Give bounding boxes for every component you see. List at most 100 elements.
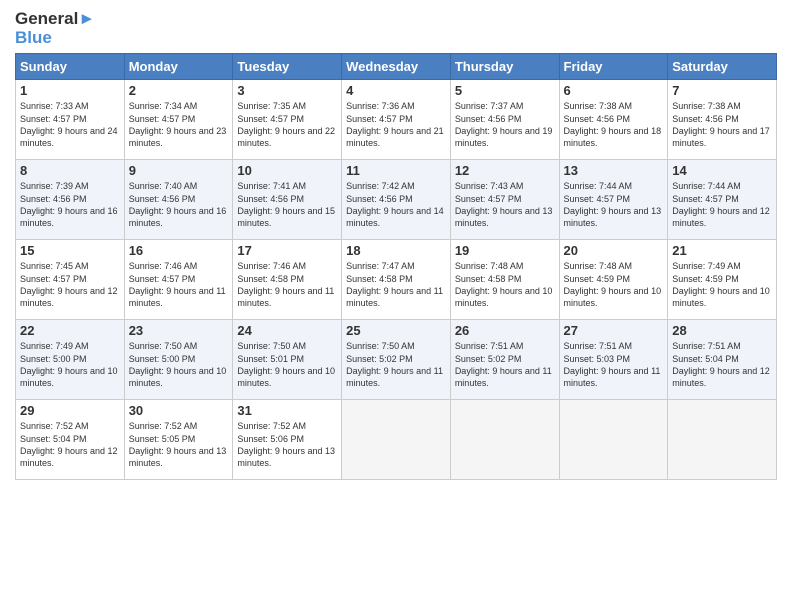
day-info: Sunrise: 7:51 AMSunset: 5:03 PMDaylight:… bbox=[564, 341, 661, 387]
day-info: Sunrise: 7:39 AMSunset: 4:56 PMDaylight:… bbox=[20, 181, 118, 227]
day-info: Sunrise: 7:50 AMSunset: 5:02 PMDaylight:… bbox=[346, 341, 443, 387]
main-container: General► Blue SundayMondayTuesdayWednesd… bbox=[0, 0, 792, 488]
day-cell: 7 Sunrise: 7:38 AMSunset: 4:56 PMDayligh… bbox=[668, 80, 777, 160]
day-cell: 12 Sunrise: 7:43 AMSunset: 4:57 PMDaylig… bbox=[450, 160, 559, 240]
day-info: Sunrise: 7:35 AMSunset: 4:57 PMDaylight:… bbox=[237, 101, 335, 147]
day-number: 11 bbox=[346, 163, 446, 178]
day-number: 8 bbox=[20, 163, 120, 178]
day-info: Sunrise: 7:45 AMSunset: 4:57 PMDaylight:… bbox=[20, 261, 118, 307]
day-cell: 19 Sunrise: 7:48 AMSunset: 4:58 PMDaylig… bbox=[450, 240, 559, 320]
day-info: Sunrise: 7:51 AMSunset: 5:02 PMDaylight:… bbox=[455, 341, 552, 387]
day-cell: 29 Sunrise: 7:52 AMSunset: 5:04 PMDaylig… bbox=[16, 400, 125, 480]
calendar-body: 1 Sunrise: 7:33 AMSunset: 4:57 PMDayligh… bbox=[16, 80, 777, 480]
day-cell: 31 Sunrise: 7:52 AMSunset: 5:06 PMDaylig… bbox=[233, 400, 342, 480]
day-number: 21 bbox=[672, 243, 772, 258]
day-info: Sunrise: 7:46 AMSunset: 4:58 PMDaylight:… bbox=[237, 261, 334, 307]
calendar-header-row: SundayMondayTuesdayWednesdayThursdayFrid… bbox=[16, 54, 777, 80]
day-cell: 2 Sunrise: 7:34 AMSunset: 4:57 PMDayligh… bbox=[124, 80, 233, 160]
day-cell: 9 Sunrise: 7:40 AMSunset: 4:56 PMDayligh… bbox=[124, 160, 233, 240]
day-info: Sunrise: 7:44 AMSunset: 4:57 PMDaylight:… bbox=[672, 181, 770, 227]
day-number: 14 bbox=[672, 163, 772, 178]
day-info: Sunrise: 7:52 AMSunset: 5:04 PMDaylight:… bbox=[20, 421, 118, 467]
day-number: 22 bbox=[20, 323, 120, 338]
day-number: 17 bbox=[237, 243, 337, 258]
day-number: 28 bbox=[672, 323, 772, 338]
day-info: Sunrise: 7:38 AMSunset: 4:56 PMDaylight:… bbox=[564, 101, 662, 147]
day-number: 10 bbox=[237, 163, 337, 178]
day-cell: 18 Sunrise: 7:47 AMSunset: 4:58 PMDaylig… bbox=[342, 240, 451, 320]
day-cell: 16 Sunrise: 7:46 AMSunset: 4:57 PMDaylig… bbox=[124, 240, 233, 320]
day-cell: 13 Sunrise: 7:44 AMSunset: 4:57 PMDaylig… bbox=[559, 160, 668, 240]
day-info: Sunrise: 7:34 AMSunset: 4:57 PMDaylight:… bbox=[129, 101, 227, 147]
day-number: 4 bbox=[346, 83, 446, 98]
day-info: Sunrise: 7:43 AMSunset: 4:57 PMDaylight:… bbox=[455, 181, 553, 227]
day-number: 3 bbox=[237, 83, 337, 98]
day-info: Sunrise: 7:42 AMSunset: 4:56 PMDaylight:… bbox=[346, 181, 444, 227]
day-info: Sunrise: 7:41 AMSunset: 4:56 PMDaylight:… bbox=[237, 181, 335, 227]
header-cell-wednesday: Wednesday bbox=[342, 54, 451, 80]
day-number: 6 bbox=[564, 83, 664, 98]
day-cell: 10 Sunrise: 7:41 AMSunset: 4:56 PMDaylig… bbox=[233, 160, 342, 240]
day-info: Sunrise: 7:40 AMSunset: 4:56 PMDaylight:… bbox=[129, 181, 227, 227]
day-number: 23 bbox=[129, 323, 229, 338]
logo-line2: Blue bbox=[15, 29, 95, 48]
day-cell: 22 Sunrise: 7:49 AMSunset: 5:00 PMDaylig… bbox=[16, 320, 125, 400]
day-cell: 14 Sunrise: 7:44 AMSunset: 4:57 PMDaylig… bbox=[668, 160, 777, 240]
day-number: 25 bbox=[346, 323, 446, 338]
day-number: 24 bbox=[237, 323, 337, 338]
day-info: Sunrise: 7:48 AMSunset: 4:59 PMDaylight:… bbox=[564, 261, 662, 307]
day-cell: 1 Sunrise: 7:33 AMSunset: 4:57 PMDayligh… bbox=[16, 80, 125, 160]
day-cell: 23 Sunrise: 7:50 AMSunset: 5:00 PMDaylig… bbox=[124, 320, 233, 400]
day-cell: 8 Sunrise: 7:39 AMSunset: 4:56 PMDayligh… bbox=[16, 160, 125, 240]
day-number: 2 bbox=[129, 83, 229, 98]
day-info: Sunrise: 7:36 AMSunset: 4:57 PMDaylight:… bbox=[346, 101, 444, 147]
day-info: Sunrise: 7:52 AMSunset: 5:06 PMDaylight:… bbox=[237, 421, 335, 467]
header-cell-thursday: Thursday bbox=[450, 54, 559, 80]
day-number: 20 bbox=[564, 243, 664, 258]
week-row-4: 22 Sunrise: 7:49 AMSunset: 5:00 PMDaylig… bbox=[16, 320, 777, 400]
day-cell: 3 Sunrise: 7:35 AMSunset: 4:57 PMDayligh… bbox=[233, 80, 342, 160]
day-number: 12 bbox=[455, 163, 555, 178]
day-cell: 6 Sunrise: 7:38 AMSunset: 4:56 PMDayligh… bbox=[559, 80, 668, 160]
day-cell bbox=[342, 400, 451, 480]
day-cell: 15 Sunrise: 7:45 AMSunset: 4:57 PMDaylig… bbox=[16, 240, 125, 320]
day-cell: 24 Sunrise: 7:50 AMSunset: 5:01 PMDaylig… bbox=[233, 320, 342, 400]
day-number: 16 bbox=[129, 243, 229, 258]
day-info: Sunrise: 7:33 AMSunset: 4:57 PMDaylight:… bbox=[20, 101, 118, 147]
day-number: 19 bbox=[455, 243, 555, 258]
logo-line1: General► bbox=[15, 10, 95, 29]
day-cell: 27 Sunrise: 7:51 AMSunset: 5:03 PMDaylig… bbox=[559, 320, 668, 400]
day-cell: 11 Sunrise: 7:42 AMSunset: 4:56 PMDaylig… bbox=[342, 160, 451, 240]
day-number: 13 bbox=[564, 163, 664, 178]
day-number: 27 bbox=[564, 323, 664, 338]
header-cell-tuesday: Tuesday bbox=[233, 54, 342, 80]
header: General► Blue bbox=[15, 10, 777, 47]
day-info: Sunrise: 7:48 AMSunset: 4:58 PMDaylight:… bbox=[455, 261, 553, 307]
day-info: Sunrise: 7:50 AMSunset: 5:00 PMDaylight:… bbox=[129, 341, 227, 387]
day-number: 30 bbox=[129, 403, 229, 418]
day-info: Sunrise: 7:37 AMSunset: 4:56 PMDaylight:… bbox=[455, 101, 553, 147]
day-info: Sunrise: 7:51 AMSunset: 5:04 PMDaylight:… bbox=[672, 341, 770, 387]
day-number: 9 bbox=[129, 163, 229, 178]
day-info: Sunrise: 7:52 AMSunset: 5:05 PMDaylight:… bbox=[129, 421, 227, 467]
day-info: Sunrise: 7:47 AMSunset: 4:58 PMDaylight:… bbox=[346, 261, 443, 307]
day-number: 29 bbox=[20, 403, 120, 418]
day-cell: 20 Sunrise: 7:48 AMSunset: 4:59 PMDaylig… bbox=[559, 240, 668, 320]
day-cell bbox=[668, 400, 777, 480]
week-row-5: 29 Sunrise: 7:52 AMSunset: 5:04 PMDaylig… bbox=[16, 400, 777, 480]
day-cell: 21 Sunrise: 7:49 AMSunset: 4:59 PMDaylig… bbox=[668, 240, 777, 320]
header-cell-saturday: Saturday bbox=[668, 54, 777, 80]
header-cell-friday: Friday bbox=[559, 54, 668, 80]
day-info: Sunrise: 7:50 AMSunset: 5:01 PMDaylight:… bbox=[237, 341, 335, 387]
week-row-2: 8 Sunrise: 7:39 AMSunset: 4:56 PMDayligh… bbox=[16, 160, 777, 240]
day-number: 18 bbox=[346, 243, 446, 258]
day-info: Sunrise: 7:46 AMSunset: 4:57 PMDaylight:… bbox=[129, 261, 226, 307]
day-cell: 30 Sunrise: 7:52 AMSunset: 5:05 PMDaylig… bbox=[124, 400, 233, 480]
day-number: 31 bbox=[237, 403, 337, 418]
day-number: 7 bbox=[672, 83, 772, 98]
day-cell: 25 Sunrise: 7:50 AMSunset: 5:02 PMDaylig… bbox=[342, 320, 451, 400]
header-cell-sunday: Sunday bbox=[16, 54, 125, 80]
week-row-3: 15 Sunrise: 7:45 AMSunset: 4:57 PMDaylig… bbox=[16, 240, 777, 320]
day-info: Sunrise: 7:49 AMSunset: 4:59 PMDaylight:… bbox=[672, 261, 770, 307]
day-cell: 5 Sunrise: 7:37 AMSunset: 4:56 PMDayligh… bbox=[450, 80, 559, 160]
